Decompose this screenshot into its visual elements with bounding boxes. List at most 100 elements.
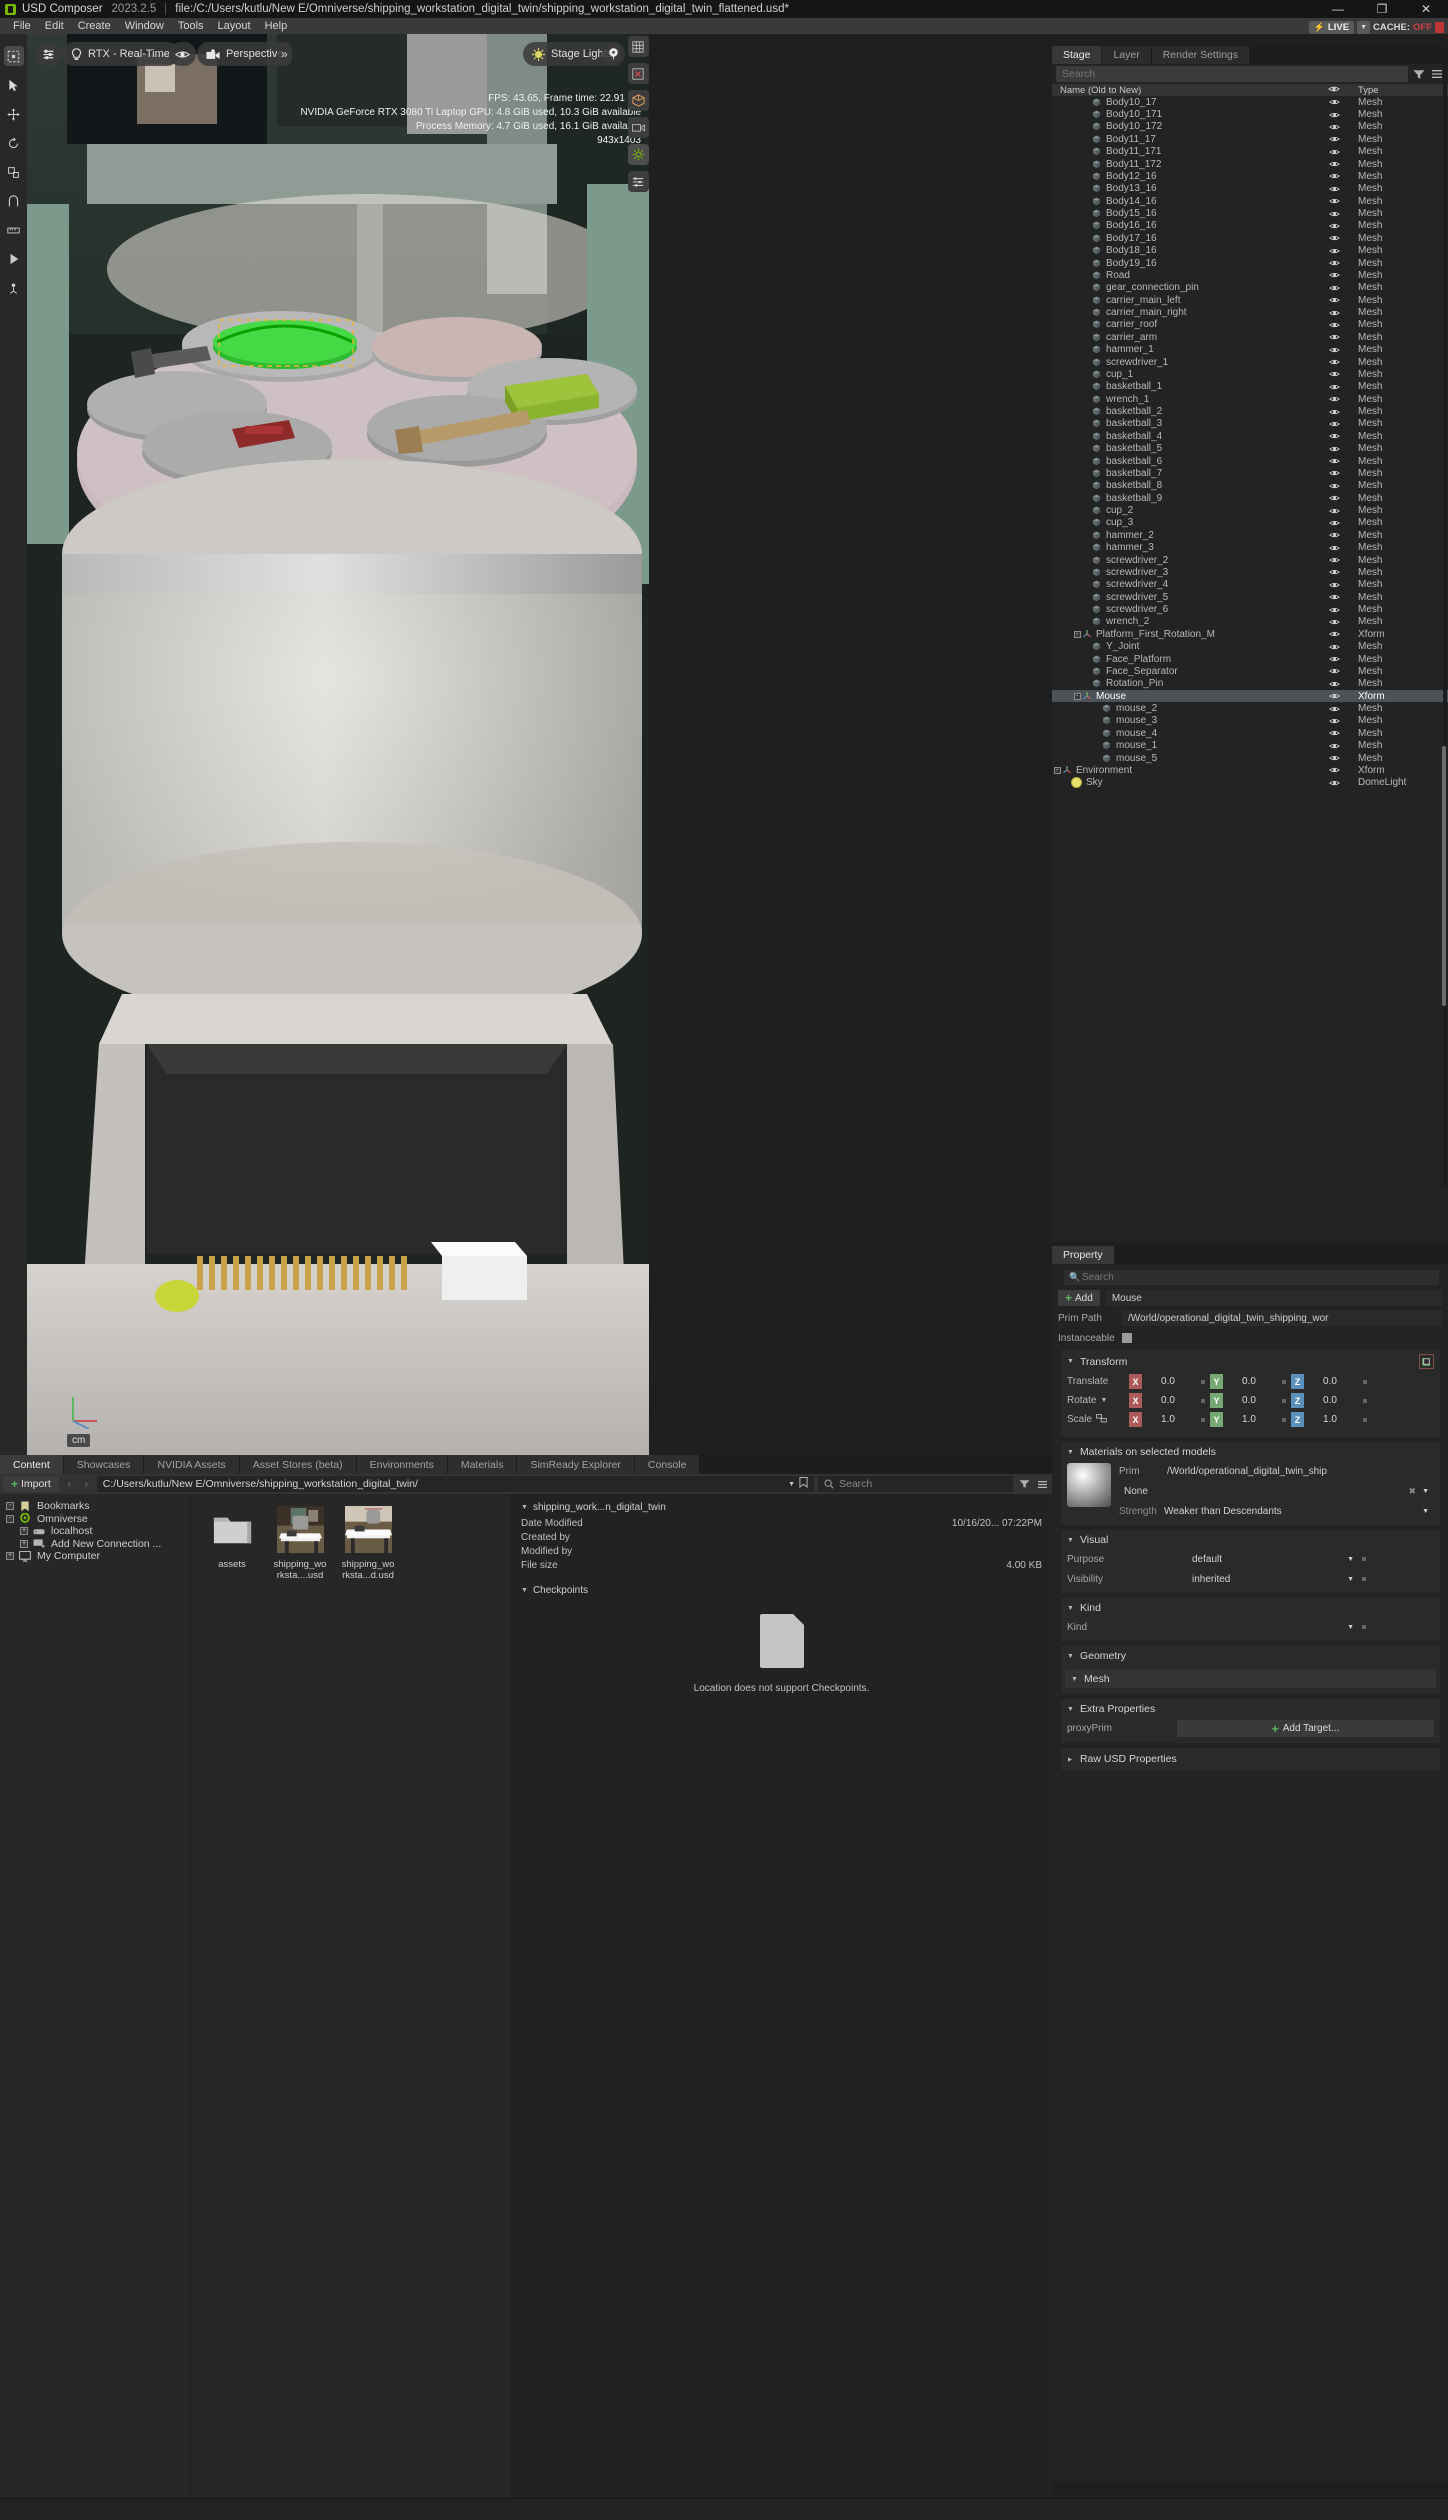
visibility-eye-icon[interactable] — [1316, 111, 1352, 119]
column-type[interactable]: Type — [1352, 85, 1448, 96]
viewport-expand-icon[interactable]: » — [277, 42, 292, 66]
visibility-eye-icon[interactable] — [1316, 618, 1352, 626]
renderer-selector[interactable]: RTX - Real-Time — [62, 42, 179, 66]
filter-icon[interactable] — [1412, 67, 1426, 81]
delete-selection-icon[interactable] — [627, 63, 649, 84]
stage-tree-row[interactable]: basketball_1 Mesh — [1052, 381, 1448, 393]
stage-tree-row[interactable]: mouse_1 Mesh — [1052, 740, 1448, 752]
tab-materials[interactable]: Materials — [447, 1455, 517, 1474]
visibility-eye-icon[interactable] — [1316, 754, 1352, 762]
translate-x-value[interactable]: 0.0 — [1142, 1374, 1194, 1389]
tab-simready-explorer[interactable]: SimReady Explorer — [517, 1455, 634, 1474]
tree-expander[interactable]: + — [20, 1527, 28, 1536]
stage-tree-row[interactable]: carrier_roof Mesh — [1052, 319, 1448, 331]
stage-tree-row[interactable]: Body13_16 Mesh — [1052, 183, 1448, 195]
stage-tree-row[interactable]: - Platform_First_Rotation_M Xform — [1052, 628, 1448, 640]
visibility-eye-icon[interactable] — [1316, 210, 1352, 218]
measure-tool-icon[interactable] — [4, 220, 24, 240]
stage-tree-row[interactable]: screwdriver_3 Mesh — [1052, 566, 1448, 578]
visibility-eye-icon[interactable] — [1316, 148, 1352, 156]
strength-dropdown[interactable]: Weaker than Descendants ▼ — [1159, 1503, 1434, 1519]
file-info-header[interactable]: ▼ shipping_work...n_digital_twin — [521, 1502, 1042, 1513]
materials-header[interactable]: ▼ Materials on selected models — [1067, 1446, 1434, 1458]
select-mode-icon[interactable] — [3, 46, 24, 66]
scale-z-value[interactable]: 1.0 — [1304, 1412, 1356, 1427]
visibility-eye-icon[interactable] — [1316, 655, 1352, 663]
stage-tree-row[interactable]: hammer_1 Mesh — [1052, 344, 1448, 356]
transform-header[interactable]: ▼ Transform — [1067, 1354, 1434, 1369]
tree-expander[interactable]: - — [6, 1514, 14, 1523]
stage-tree-row[interactable]: Body14_16 Mesh — [1052, 195, 1448, 207]
stage-tree-row[interactable]: hammer_2 Mesh — [1052, 529, 1448, 541]
tab-content[interactable]: Content — [0, 1455, 63, 1474]
visibility-eye-icon[interactable] — [1316, 247, 1352, 255]
scale-y-value[interactable]: 1.0 — [1223, 1412, 1275, 1427]
visibility-eye-icon[interactable] — [1316, 519, 1352, 527]
tab-console[interactable]: Console — [634, 1455, 700, 1474]
visibility-eye-icon[interactable] — [1316, 172, 1352, 180]
scale-z-reset-dot[interactable] — [1363, 1417, 1367, 1422]
stage-tree-row[interactable]: carrier_arm Mesh — [1052, 331, 1448, 343]
visibility-eye-icon[interactable] — [1316, 494, 1352, 502]
geometry-header[interactable]: ▼ Geometry — [1067, 1650, 1434, 1662]
stage-tree-row[interactable]: Body11_172 Mesh — [1052, 158, 1448, 170]
stage-tree-row[interactable]: Body10_172 Mesh — [1052, 121, 1448, 133]
menu-edit[interactable]: Edit — [38, 18, 71, 34]
scale-tool-icon[interactable] — [4, 162, 24, 182]
stage-tree-row[interactable]: Sky DomeLight — [1052, 777, 1448, 789]
stage-tree-row[interactable]: Body16_16 Mesh — [1052, 220, 1448, 232]
stage-tree-row[interactable]: Y_Joint Mesh — [1052, 641, 1448, 653]
clear-material-icon[interactable]: ✖ — [1409, 1486, 1417, 1497]
stage-tree-row[interactable]: wrench_1 Mesh — [1052, 393, 1448, 405]
visibility-eye-icon[interactable] — [1316, 123, 1352, 131]
rotate-order-caret-icon[interactable]: ▼ — [1100, 1397, 1107, 1404]
visibility-eye-icon[interactable] — [1316, 234, 1352, 242]
visibility-eye-icon[interactable] — [1316, 680, 1352, 688]
instanceable-checkbox[interactable] — [1122, 1333, 1132, 1343]
list-item[interactable]: shipping_worksta....usd — [273, 1506, 327, 1581]
content-path-field[interactable]: C:/Users/kutlu/New E/Omniverse/shipping_… — [96, 1476, 814, 1492]
stage-tree-row[interactable]: Body12_16 Mesh — [1052, 170, 1448, 182]
cursor-arrow-icon[interactable] — [4, 75, 24, 95]
visibility-eye-icon[interactable] — [1316, 408, 1352, 416]
content-filter-icon[interactable] — [1017, 1479, 1031, 1489]
visibility-eye-icon[interactable] — [1316, 432, 1352, 440]
content-options-menu-icon[interactable] — [1035, 1480, 1049, 1489]
tree-expander[interactable]: - — [1072, 630, 1082, 638]
content-tree-row[interactable]: + My Computer — [6, 1550, 190, 1563]
stage-options-menu-icon[interactable] — [1430, 67, 1444, 81]
stage-tree-row[interactable]: - Mouse Xform — [1052, 690, 1448, 703]
visibility-eye-icon[interactable] — [1316, 98, 1352, 106]
visibility-eye-icon[interactable] — [1316, 296, 1352, 304]
tab-layer[interactable]: Layer — [1102, 46, 1151, 64]
property-search-input[interactable] — [1064, 1270, 1439, 1285]
stage-tree-row[interactable]: Body10_17 Mesh — [1052, 96, 1448, 108]
menu-create[interactable]: Create — [71, 18, 118, 34]
cube-primitive-icon[interactable] — [627, 90, 649, 111]
kind-dropdown[interactable]: ▼ — [1187, 1619, 1359, 1635]
stage-tree-row[interactable]: mouse_5 Mesh — [1052, 752, 1448, 764]
tab-render-settings[interactable]: Render Settings — [1151, 46, 1250, 64]
content-tree-row[interactable]: - Omniverse — [6, 1513, 190, 1526]
camera-view-icon[interactable] — [627, 117, 649, 138]
stage-tree-row[interactable]: Rotation_Pin Mesh — [1052, 678, 1448, 690]
list-item[interactable]: assets — [205, 1506, 259, 1581]
stage-tree-row[interactable]: screwdriver_4 Mesh — [1052, 579, 1448, 591]
stage-tree-row[interactable]: basketball_2 Mesh — [1052, 405, 1448, 417]
stage-tree-row[interactable]: basketball_3 Mesh — [1052, 418, 1448, 430]
cache-file-icon[interactable] — [1435, 21, 1444, 33]
move-tool-icon[interactable] — [4, 104, 24, 124]
stage-tree-row[interactable]: basketball_5 Mesh — [1052, 443, 1448, 455]
visibility-eye-icon[interactable] — [1316, 469, 1352, 477]
bookmark-add-icon[interactable] — [799, 1477, 808, 1491]
stage-tree-row[interactable]: Body19_16 Mesh — [1052, 257, 1448, 269]
stage-tree-row[interactable]: basketball_7 Mesh — [1052, 467, 1448, 479]
grid-snap-icon[interactable] — [627, 36, 649, 57]
translate-x-reset-dot[interactable] — [1201, 1379, 1205, 1384]
visibility-eye-icon[interactable] — [1316, 556, 1352, 564]
rotate-z-reset-dot[interactable] — [1363, 1398, 1367, 1403]
translate-z-value[interactable]: 0.0 — [1304, 1374, 1356, 1389]
stage-tree-row[interactable]: Body11_171 Mesh — [1052, 146, 1448, 158]
visibility-eye-icon[interactable] — [1316, 482, 1352, 490]
visual-header[interactable]: ▼ Visual — [1067, 1534, 1434, 1546]
